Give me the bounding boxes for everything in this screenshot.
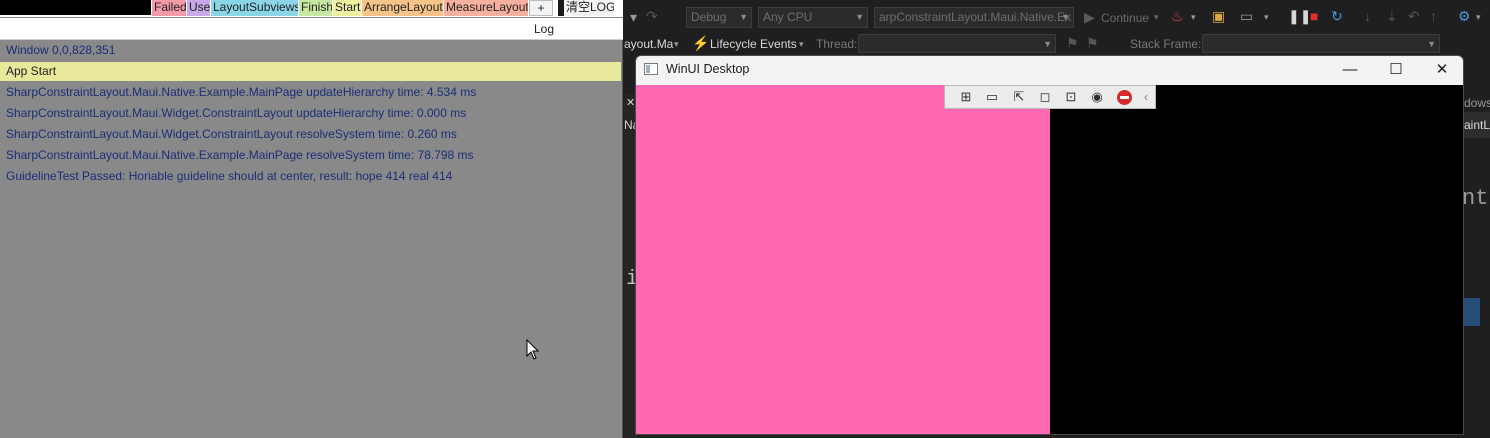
code-fragment-right: nt bbox=[1462, 186, 1489, 211]
side-tab-fragment-right-2: aintL bbox=[1464, 118, 1490, 132]
lifecycle-icon: ⚡ bbox=[692, 35, 710, 51]
log-line[interactable]: SharpConstraintLayout.Maui.Native.Exampl… bbox=[0, 83, 621, 102]
project-fragment: ayout.Ma bbox=[624, 37, 674, 51]
step-back-icon[interactable]: ↶ bbox=[1408, 8, 1420, 24]
filter-finish[interactable]: Finish bbox=[299, 0, 332, 16]
filter-failed[interactable]: Failed bbox=[152, 0, 186, 16]
filter-bar: Failed Use LayoutSubviews Finish Start A… bbox=[0, 0, 623, 17]
platform-combo[interactable]: Any CPU ▼ bbox=[758, 7, 868, 28]
display-layout-adorners-icon[interactable]: ◻ bbox=[1036, 89, 1054, 105]
close-icon[interactable]: ✕ bbox=[626, 96, 635, 109]
log-line[interactable]: Window 0,0,828,351 bbox=[0, 41, 621, 60]
project-dropdown-icon[interactable]: ▾ bbox=[674, 36, 679, 52]
log-line[interactable]: SharpConstraintLayout.Maui.Widget.Constr… bbox=[0, 125, 621, 144]
pink-panel bbox=[636, 85, 1050, 434]
collapse-toolbar-icon[interactable]: ‹ bbox=[1137, 89, 1155, 105]
vs-toolbar: ▾ ↷ Debug ▼ Any CPU ▼ arpConstraintLayout.… bbox=[624, 0, 1490, 34]
hot-reload-stop-icon[interactable] bbox=[1117, 90, 1132, 105]
filter-arrangelayout[interactable]: ArrangeLayout bbox=[362, 0, 443, 16]
folder-icon[interactable]: ▣ bbox=[1212, 8, 1225, 24]
log-header-title: Log bbox=[534, 22, 555, 36]
config-value: Debug bbox=[691, 10, 727, 24]
minimize-button[interactable]: — bbox=[1327, 56, 1373, 85]
filter-start[interactable]: Start bbox=[333, 0, 361, 16]
stack-frame-label: Stack Frame: bbox=[1130, 37, 1202, 51]
pause-icon[interactable]: ❚❚ bbox=[1288, 8, 1311, 24]
select-element-icon[interactable]: ⇱ bbox=[1010, 89, 1028, 105]
startup-value: arpConstraintLayout.Maui.Native.Ex bbox=[879, 10, 1072, 24]
filter-use[interactable]: Use bbox=[187, 0, 210, 16]
clear-log-button[interactable]: 清空LOG bbox=[558, 0, 614, 16]
hot-reload-icon[interactable]: ♨ bbox=[1171, 8, 1184, 24]
log-line[interactable]: SharpConstraintLayout.Maui.Native.Exampl… bbox=[0, 146, 621, 165]
add-filter-button[interactable]: + bbox=[529, 0, 553, 16]
log-line[interactable]: GuidelineTest Passed: Horiable guideline… bbox=[0, 167, 621, 186]
redo-icon[interactable]: ↷ bbox=[646, 8, 658, 24]
restart-icon[interactable]: ↻ bbox=[1331, 8, 1343, 24]
winui-desktop-window: WinUI Desktop — ☐ ✕ ⊞ ▭ ⇱ ◻ ⊡ ◉ ‹ bbox=[635, 55, 1464, 435]
window-icon[interactable]: ▭ bbox=[1240, 8, 1253, 24]
track-focus-icon[interactable]: ⊡ bbox=[1062, 89, 1080, 105]
step-into-icon[interactable]: ↓ bbox=[1364, 8, 1371, 24]
log-line[interactable]: SharpConstraintLayout.Maui.Widget.Constr… bbox=[0, 104, 621, 123]
window-titlebar[interactable]: WinUI Desktop — ☐ ✕ bbox=[636, 56, 1463, 85]
binding-failures-icon[interactable]: ◉ bbox=[1088, 89, 1106, 105]
filter-measurelayout[interactable]: MeasureLayout bbox=[444, 0, 528, 16]
step-over-icon[interactable]: ⇣ bbox=[1386, 8, 1398, 24]
continue-button[interactable]: Continue bbox=[1101, 11, 1149, 25]
thread-combo[interactable]: ▼ bbox=[858, 34, 1056, 53]
xaml-debug-toolbar: ⊞ ▭ ⇱ ◻ ⊡ ◉ ‹ bbox=[944, 85, 1156, 109]
window-title: WinUI Desktop bbox=[666, 62, 750, 76]
flag-icon[interactable]: ⚑ bbox=[1066, 35, 1079, 51]
log-line-selected[interactable]: App Start bbox=[0, 62, 621, 81]
maximize-button[interactable]: ☐ bbox=[1373, 56, 1419, 85]
record-icon[interactable]: ▭ bbox=[983, 89, 1001, 105]
dropdown-arrow-icon[interactable]: ▾ bbox=[630, 9, 637, 25]
lifecycle-dropdown-icon[interactable]: ▾ bbox=[799, 36, 804, 52]
filter-input[interactable] bbox=[0, 0, 151, 15]
side-tab-fragment-right: dows bbox=[1464, 96, 1490, 110]
stop-icon[interactable]: ■ bbox=[1310, 8, 1318, 24]
config-combo[interactable]: Debug ▼ bbox=[686, 7, 752, 28]
diagnostics-icon[interactable]: ⚙ bbox=[1458, 8, 1471, 24]
play-icon[interactable]: ▶ bbox=[1084, 9, 1095, 25]
continue-dropdown-icon[interactable]: ▾ bbox=[1154, 9, 1159, 25]
filter-layoutsubviews[interactable]: LayoutSubviews bbox=[211, 0, 298, 16]
window-dropdown-icon[interactable]: ▾ bbox=[1264, 9, 1269, 25]
stack-frame-combo[interactable]: ▼ bbox=[1202, 34, 1440, 53]
log-header: Log bbox=[0, 18, 623, 40]
diagnostics-dropdown-icon[interactable]: ▾ bbox=[1476, 9, 1481, 25]
mouse-cursor-icon bbox=[526, 339, 540, 360]
step-out-icon[interactable]: ↑ bbox=[1430, 8, 1437, 24]
flag-threads-icon[interactable]: ⚑ bbox=[1086, 35, 1099, 51]
log-app-window: Failed Use LayoutSubviews Finish Start A… bbox=[0, 0, 623, 438]
thread-label: Thread: bbox=[816, 37, 858, 51]
lifecycle-events-button[interactable]: Lifecycle Events bbox=[710, 37, 797, 51]
platform-value: Any CPU bbox=[763, 10, 813, 24]
selection-highlight bbox=[1464, 298, 1480, 326]
close-button[interactable]: ✕ bbox=[1419, 56, 1463, 85]
live-visual-tree-icon[interactable]: ⊞ bbox=[957, 89, 975, 105]
vs-debug-location-bar: ayout.Ma ▾ ⚡ Lifecycle Events ▾ Thread: … bbox=[624, 34, 1490, 54]
app-icon bbox=[644, 63, 658, 75]
startup-combo[interactable]: arpConstraintLayout.Maui.Native.Ex ▼ bbox=[874, 7, 1074, 28]
hot-reload-dropdown-icon[interactable]: ▾ bbox=[1191, 9, 1196, 25]
